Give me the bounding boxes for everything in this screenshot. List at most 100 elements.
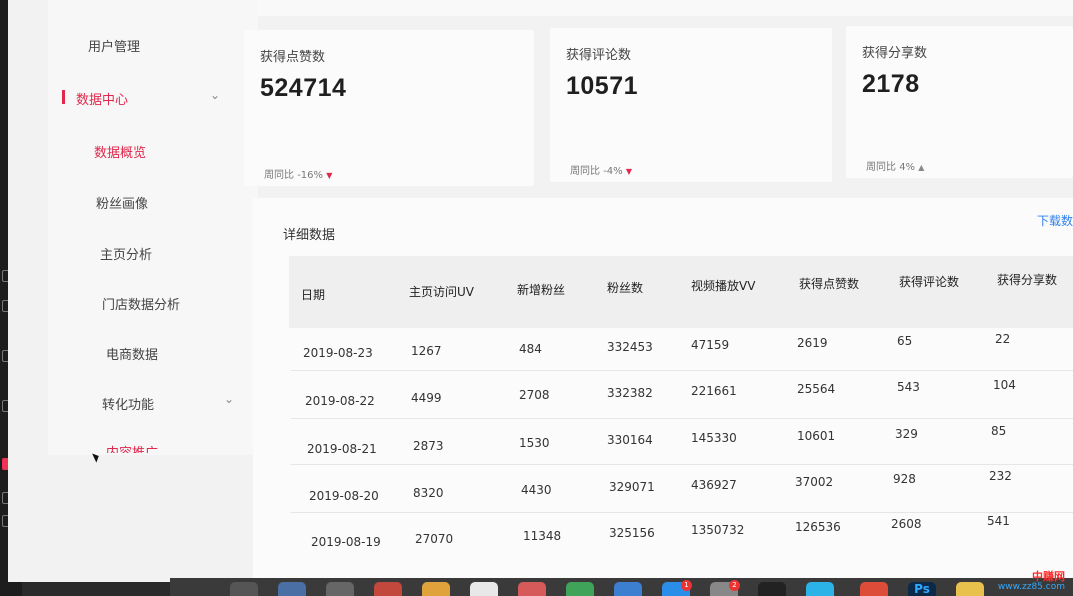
table-cell: 11348 [523, 529, 562, 543]
download-link[interactable]: 下载数 [1037, 212, 1073, 229]
stat-value: 524714 [260, 74, 347, 102]
triangle-down-icon: ▼ [326, 171, 333, 180]
table-cell: 27070 [415, 532, 454, 546]
column-header[interactable]: 日期 [301, 286, 325, 303]
column-header[interactable]: 视频播放VV [691, 277, 755, 294]
table-cell: 2608 [891, 517, 922, 531]
change-label: 周同比 [570, 166, 600, 177]
app-store-icon[interactable]: 1 [662, 580, 692, 596]
notes-icon[interactable] [422, 582, 450, 596]
table-cell: 332453 [607, 340, 653, 354]
sidebar-item-ecommerce-data[interactable]: 电商数据 [106, 344, 158, 363]
app-icon[interactable] [374, 582, 402, 596]
table-cell: 325156 [609, 526, 655, 540]
table-cell: 2019-08-23 [303, 346, 373, 360]
app-icon[interactable] [470, 582, 498, 596]
chevron-down-icon[interactable]: ⌄ [224, 392, 234, 406]
table-cell: 221661 [691, 384, 737, 398]
row-divider [291, 464, 1073, 465]
table-header: 日期 主页访问UV 新增粉丝 粉丝数 视频播放VV 获得点赞数 获得评论数 获得… [289, 256, 1073, 328]
detail-panel: 详细数据 下载数 日期 主页访问UV 新增粉丝 粉丝数 视频播放VV 获得点赞数… [253, 198, 1073, 582]
table-cell: 2019-08-22 [305, 394, 375, 408]
sidebar-item-conversion[interactable]: 转化功能 [102, 394, 154, 413]
sidebar-item-store-data[interactable]: 门店数据分析 [102, 294, 180, 313]
folder-icon[interactable] [956, 582, 984, 596]
dock: 1 2 Ps 中赚网 www.zz85.com [170, 571, 1073, 596]
photoshop-icon[interactable]: Ps [908, 582, 936, 596]
sidebar-item-data-overview[interactable]: 数据概览 [94, 142, 146, 161]
stat-label: 获得分享数 [862, 46, 928, 61]
column-header[interactable]: 新增粉丝 [517, 281, 565, 298]
watermark-brand: 中赚网 [1032, 570, 1065, 583]
row-divider [291, 370, 1073, 371]
column-header[interactable]: 主页访问UV [409, 283, 474, 300]
notification-badge: 2 [729, 580, 740, 591]
table-cell: 1530 [519, 436, 550, 450]
top-bar [238, 0, 1073, 16]
table-cell: 126536 [795, 520, 841, 534]
stat-change: 周同比 -4% ▼ [570, 162, 632, 177]
app-icon[interactable] [278, 582, 306, 596]
table-cell: 2019-08-21 [307, 442, 377, 456]
change-value: -4% [603, 166, 623, 177]
detail-title: 详细数据 [283, 228, 336, 243]
keynote-icon[interactable] [614, 582, 642, 596]
watermark-url: www.zz85.com [997, 582, 1065, 592]
table-cell: 25564 [797, 382, 836, 396]
sidebar-item-homepage-analysis[interactable]: 主页分析 [100, 244, 152, 263]
table-cell: 2873 [413, 439, 444, 453]
app-window: 用户管理 数据中心 ⌄ 数据概览 粉丝画像 主页分析 门店数据分析 电商数据 转… [8, 0, 1073, 582]
notification-badge: 1 [681, 580, 692, 591]
sidebar-item-fan-profile[interactable]: 粉丝画像 [96, 193, 148, 212]
table-cell: 329 [895, 427, 918, 441]
app-icon[interactable] [326, 582, 354, 596]
active-section-indicator [62, 90, 65, 104]
numbers-icon[interactable] [566, 582, 594, 596]
qq-icon[interactable] [758, 582, 786, 596]
column-header[interactable]: 获得分享数 [997, 271, 1057, 288]
column-header[interactable]: 获得评论数 [899, 273, 959, 290]
sidebar-item-content-promotion[interactable]: 内容推广 [106, 442, 158, 453]
change-label: 周同比 [264, 170, 294, 181]
stat-change: 周同比 -16% ▼ [264, 166, 332, 181]
media-player-icon[interactable] [806, 582, 834, 596]
change-label: 周同比 [866, 162, 896, 173]
column-header[interactable]: 获得点赞数 [799, 275, 859, 292]
triangle-down-icon: ▼ [625, 167, 633, 176]
table-cell: 4499 [411, 391, 442, 405]
photos-icon[interactable] [518, 582, 546, 596]
table-cell: 4430 [521, 483, 552, 497]
change-value: 4% [899, 162, 916, 173]
stat-card-comments: 获得评论数 10571 周同比 -4% ▼ [550, 28, 832, 182]
row-divider [291, 418, 1073, 419]
stat-value: 10571 [566, 72, 639, 100]
row-divider [291, 512, 1073, 513]
table-cell: 436927 [691, 478, 737, 492]
table-cell: 232 [989, 469, 1012, 483]
stat-card-likes: 获得点赞数 524714 周同比 -16% ▼ [244, 30, 534, 186]
table-cell: 1350732 [691, 523, 745, 537]
column-header[interactable]: 粉丝数 [607, 279, 643, 296]
stat-label: 获得评论数 [566, 48, 632, 63]
stat-label: 获得点赞数 [260, 50, 326, 65]
sidebar: 用户管理 数据中心 ⌄ 数据概览 粉丝画像 主页分析 门店数据分析 电商数据 转… [48, 0, 258, 455]
table-cell: 47159 [691, 338, 730, 352]
table-cell: 2019-08-19 [311, 535, 381, 549]
watermark: 中赚网 www.zz85.com [998, 571, 1065, 593]
table-cell: 2619 [797, 336, 828, 350]
table-cell: 2019-08-20 [309, 489, 379, 503]
table-cell: 10601 [797, 429, 836, 443]
chrome-icon[interactable] [860, 582, 888, 596]
chevron-down-icon[interactable]: ⌄ [210, 88, 220, 102]
table-cell: 85 [991, 424, 1007, 438]
sidebar-item-user-management[interactable]: 用户管理 [88, 36, 140, 55]
system-preferences-icon[interactable]: 2 [710, 580, 740, 596]
change-value: -16% [297, 170, 324, 181]
app-icon[interactable] [230, 582, 258, 596]
table-cell: 104 [993, 378, 1016, 392]
triangle-up-icon: ▲ [918, 163, 925, 172]
table-cell: 543 [897, 380, 920, 394]
stat-card-shares: 获得分享数 2178 周同比 4% ▲ [846, 26, 1073, 178]
sidebar-item-data-center[interactable]: 数据中心 [76, 89, 128, 108]
table-cell: 928 [893, 472, 916, 486]
